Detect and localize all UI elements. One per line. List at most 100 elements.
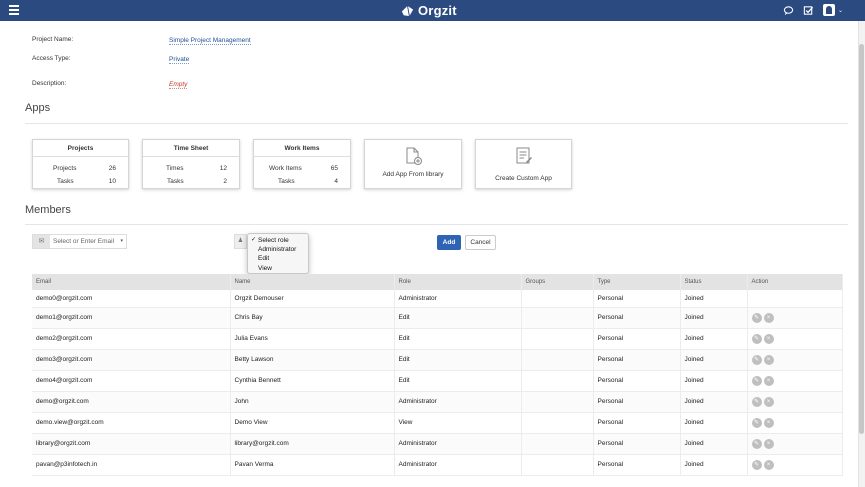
cancel-button[interactable]: Cancel [465, 235, 496, 250]
column-header-name[interactable]: Name [230, 274, 395, 290]
app-card-row-label: Tasks [57, 178, 74, 185]
cell-type: Personal [593, 307, 681, 329]
remove-icon[interactable]: × [763, 375, 774, 386]
cell-email: demo4@orgzit.com [32, 370, 231, 392]
edit-icon[interactable]: ✎ [751, 417, 762, 428]
column-header-action: Action [747, 274, 843, 290]
table-row[interactable]: library@orgzit.com library@orgzit.com Admi… [32, 433, 843, 455]
edit-icon[interactable]: ✎ [751, 333, 762, 344]
cell-groups [521, 391, 594, 413]
cell-role: Edit [394, 307, 522, 329]
cell-type: Personal [593, 370, 681, 392]
remove-icon[interactable]: × [763, 396, 774, 407]
role-option-label: Select role [258, 237, 289, 244]
cell-role: Edit [394, 370, 522, 392]
cell-email: demo1@orgzit.com [32, 307, 231, 329]
brand-name: Orgzit [418, 3, 457, 18]
add-app-from-library-label: Add App From library [382, 171, 444, 178]
cell-role: Administrator [394, 290, 522, 308]
column-header-email[interactable]: Email [32, 274, 231, 290]
table-row[interactable]: demo4@orgzit.com Cynthia Bennett Edit Perso… [32, 370, 843, 392]
cell-groups [521, 412, 594, 434]
column-header-status[interactable]: Status [680, 274, 748, 290]
remove-icon[interactable]: × [763, 312, 774, 323]
app-card-row-value: 65 [330, 165, 338, 172]
cell-status: Joined [680, 349, 748, 371]
cell-action [747, 290, 843, 308]
cell-groups [521, 454, 594, 476]
remove-icon[interactable]: × [763, 438, 774, 449]
menu-icon[interactable] [9, 5, 19, 15]
cell-status: Joined [680, 433, 748, 455]
cell-name: Julia Evans [230, 328, 395, 350]
cell-groups [521, 370, 594, 392]
checkmark-icon: ✓ [251, 237, 257, 243]
table-row[interactable]: pavan@p3infotech.in Pavan Verma Administra… [32, 454, 843, 476]
cell-name: Demo View [230, 412, 395, 434]
brand[interactable]: Orgzit [400, 2, 457, 19]
description-value[interactable]: Empty [169, 81, 188, 89]
cell-email: demo0@orgzit.com [32, 290, 231, 308]
cell-status: Joined [680, 290, 748, 308]
create-custom-app-card[interactable]: Create Custom App [475, 139, 572, 189]
cell-name: John [230, 391, 395, 413]
project-name-value[interactable]: Simple Project Management [169, 37, 251, 45]
cell-action: ✎ × [747, 412, 843, 434]
cell-name: library@orgzit.com [230, 433, 395, 455]
app-card-time-sheet[interactable]: Time Sheet Times 12 Tasks 2 [142, 139, 240, 189]
email-select-input[interactable]: ✉ Select or Enter Email ▾ [32, 234, 127, 249]
check-icon[interactable] [803, 5, 814, 16]
column-header-role[interactable]: Role [394, 274, 522, 290]
remove-icon[interactable]: × [763, 333, 774, 344]
cell-groups [521, 349, 594, 371]
cell-role: Edit [394, 328, 522, 350]
table-row[interactable]: demo.view@orgzit.com Demo View View Persona… [32, 412, 843, 434]
table-row[interactable]: demo@orgzit.com John Administrator Personal… [32, 391, 843, 413]
chevron-down-icon[interactable]: ⌄ [838, 7, 843, 14]
table-row[interactable]: demo2@orgzit.com Julia Evans Edit Personal J… [32, 328, 843, 350]
cell-name: Chris Bay [230, 307, 395, 329]
role-select[interactable]: ♟ [234, 234, 247, 249]
role-option-label: Edit [258, 255, 270, 263]
remove-icon[interactable]: × [763, 417, 774, 428]
avatar-icon[interactable] [822, 4, 835, 16]
user-icon: ♟ [237, 238, 244, 244]
scrollbar-thumb[interactable] [859, 44, 864, 434]
cell-action: ✎ × [747, 370, 843, 392]
column-header-groups[interactable]: Groups [521, 274, 594, 290]
cell-role: Administrator [394, 391, 522, 413]
remove-icon[interactable]: × [763, 459, 774, 470]
table-row[interactable]: demo0@orgzit.com Orgzit Demouser Administr… [32, 290, 843, 308]
cell-groups [521, 290, 594, 308]
app-card-row-value: 26 [108, 165, 116, 172]
edit-icon[interactable]: ✎ [751, 354, 762, 365]
add-member-button[interactable]: Add [437, 235, 461, 250]
column-header-type[interactable]: Type [593, 274, 681, 290]
role-option-edit[interactable]: Edit [248, 254, 308, 263]
edit-icon[interactable]: ✎ [751, 438, 762, 449]
role-option-select-role[interactable]: ✓ Select role [248, 236, 308, 245]
chat-icon[interactable] [783, 5, 794, 16]
table-header-row: Email Name Role Groups Type Status Actio… [32, 274, 843, 290]
cell-email: library@orgzit.com [32, 433, 231, 455]
app-card-row-value: 2 [223, 178, 227, 185]
table-row[interactable]: demo3@orgzit.com Betty Lawson Edit Personal… [32, 349, 843, 371]
top-navigation-bar: Orgzit ⌄ [0, 0, 865, 21]
app-card-row-value: 4 [334, 178, 338, 185]
remove-icon[interactable]: × [763, 354, 774, 365]
role-option-view[interactable]: View [248, 264, 308, 273]
app-card-work-items[interactable]: Work Items Work Items 65 Tasks 4 [253, 139, 351, 189]
apps-divider [25, 123, 848, 124]
scrollbar[interactable] [858, 21, 865, 487]
logo-icon [401, 5, 414, 17]
role-option-administrator[interactable]: Administrator [248, 245, 308, 254]
edit-icon[interactable]: ✎ [751, 396, 762, 407]
edit-icon[interactable]: ✎ [751, 312, 762, 323]
edit-icon[interactable]: ✎ [751, 459, 762, 470]
app-card-projects[interactable]: Projects Projects 26 Tasks 10 [32, 139, 129, 189]
edit-icon[interactable]: ✎ [751, 375, 762, 386]
add-app-from-library-card[interactable]: Add App From library [364, 139, 462, 189]
table-row[interactable]: demo1@orgzit.com Chris Bay Edit Personal Joi… [32, 307, 843, 329]
app-card-row-value: 12 [219, 165, 227, 172]
access-type-value[interactable]: Private [169, 56, 190, 64]
